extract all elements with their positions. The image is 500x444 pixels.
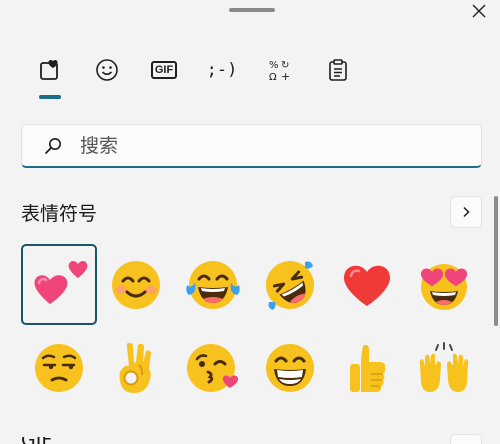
scrollbar-thumb[interactable]: [494, 196, 498, 326]
search-box[interactable]: [21, 124, 482, 168]
tab-symbols[interactable]: % ↻ Ω +: [260, 50, 300, 90]
next-section-title: GIF: [21, 437, 52, 444]
rolling-laughing-emoji: [266, 260, 314, 310]
tab-smiley[interactable]: [87, 50, 127, 90]
category-tabs: GIF ;-) % ↻ Ω +: [22, 50, 382, 102]
tab-emoji[interactable]: [30, 50, 70, 90]
tab-clipboard[interactable]: [318, 50, 358, 90]
emoji-red-heart[interactable]: [329, 244, 405, 325]
unamused-face-emoji: [35, 343, 83, 392]
svg-text:%: %: [269, 60, 279, 71]
tab-gif[interactable]: GIF: [144, 50, 184, 90]
heart-eyes-emoji: [420, 263, 468, 310]
close-button[interactable]: [466, 0, 492, 22]
emoji-blowing-kiss[interactable]: [175, 327, 251, 408]
two-hearts-emoji: [34, 260, 88, 304]
svg-text:+: +: [281, 70, 290, 82]
emoji-tears-of-joy[interactable]: [175, 244, 251, 325]
chevron-right-icon: [463, 206, 470, 218]
heart-emoji-icon: [40, 59, 58, 80]
symbols-icon: % ↻ Ω +: [269, 60, 290, 82]
emoji-raising-hands[interactable]: [406, 327, 482, 408]
drag-handle[interactable]: [229, 8, 275, 12]
smiley-icon: [96, 59, 118, 81]
smiling-face-emoji: [112, 260, 160, 309]
tab-kaomoji[interactable]: ;-): [202, 50, 242, 90]
emoji-heart-eyes[interactable]: [406, 244, 482, 325]
emoji-rolling-laughing[interactable]: [252, 244, 328, 325]
emoji-thumbs-up[interactable]: [329, 327, 405, 408]
ok-hand-emoji: [119, 342, 151, 393]
emoji-unamused-face[interactable]: [21, 327, 97, 408]
svg-text:Ω: Ω: [269, 72, 277, 82]
section-next-button[interactable]: [450, 196, 482, 228]
raising-hands-emoji: [419, 341, 469, 392]
thumbs-up-emoji: [350, 344, 386, 392]
next-section-button[interactable]: [450, 434, 482, 444]
clipboard-icon: [329, 59, 347, 81]
emoji-grinning-face[interactable]: [252, 327, 328, 408]
gif-icon: GIF: [150, 61, 178, 79]
kaomoji-icon: ;-): [206, 60, 238, 80]
tears-of-joy-emoji: [186, 260, 240, 309]
grinning-face-emoji: [266, 343, 314, 392]
section-title: 表情符号: [21, 203, 98, 225]
emoji-smiling-face[interactable]: [98, 244, 174, 325]
blowing-kiss-emoji: [187, 343, 239, 392]
search-input[interactable]: [80, 134, 440, 157]
close-icon: [472, 4, 486, 18]
emoji-two-hearts[interactable]: [21, 244, 97, 325]
red-heart-emoji: [344, 265, 390, 306]
emoji-grid: [21, 244, 483, 414]
selected-tab-indicator: [39, 95, 61, 99]
emoji-ok-hand[interactable]: [98, 327, 174, 408]
search-icon: [44, 136, 64, 156]
